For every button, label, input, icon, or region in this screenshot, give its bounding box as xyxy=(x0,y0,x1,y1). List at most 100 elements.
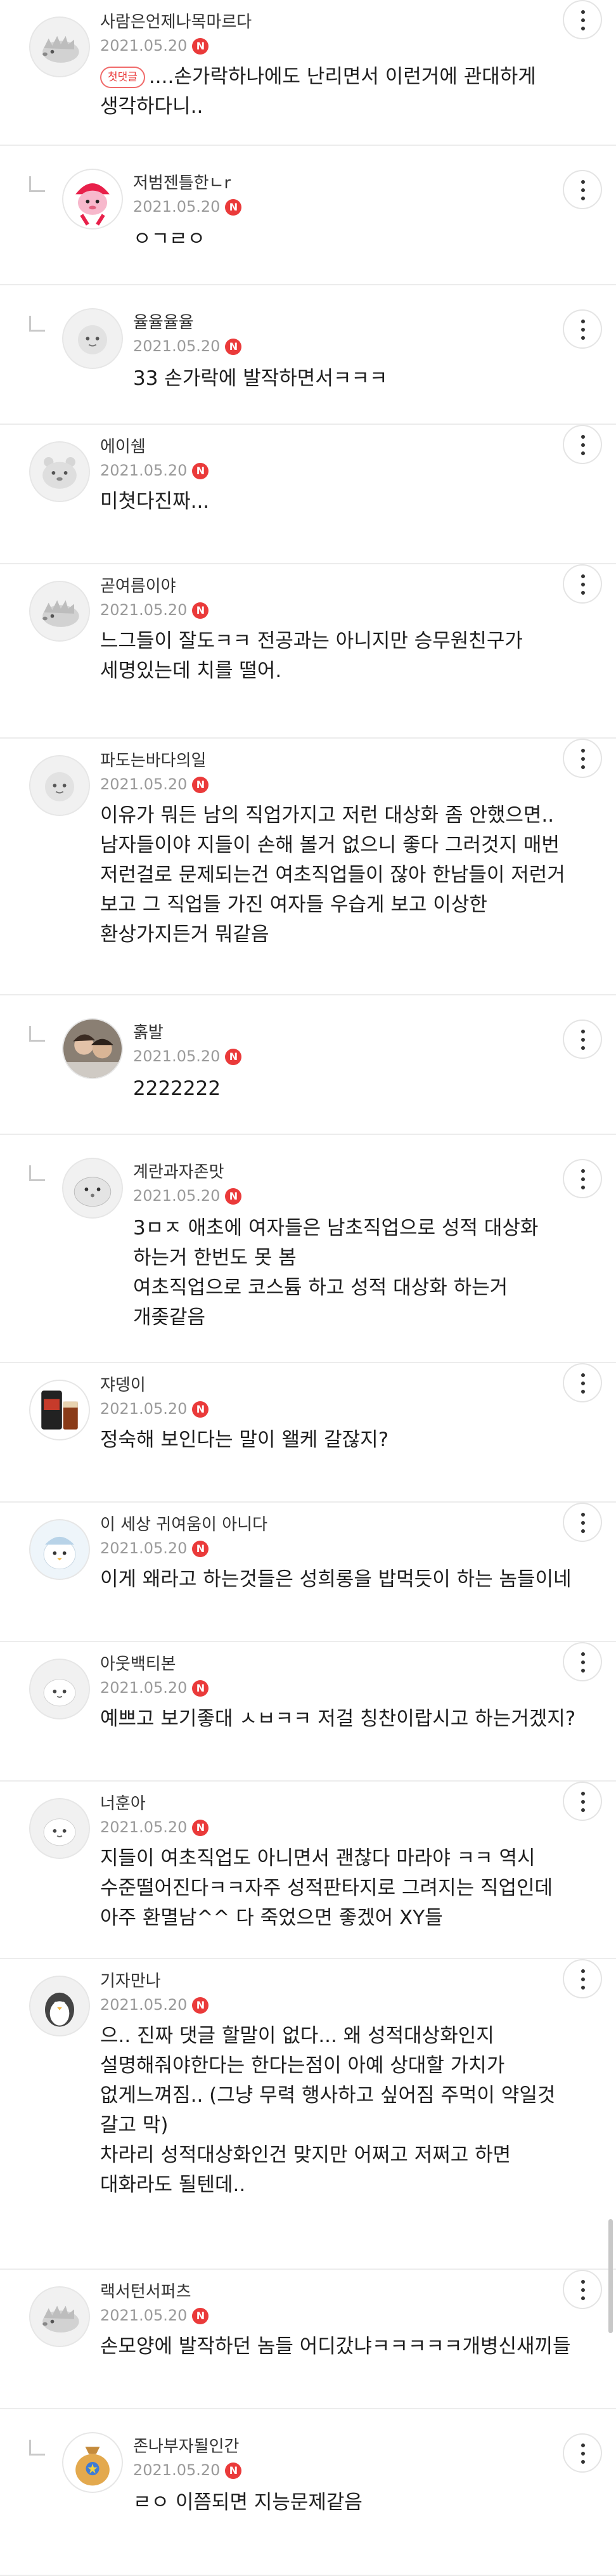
more-options-button[interactable] xyxy=(563,170,602,209)
avatar[interactable] xyxy=(29,1659,90,1719)
avatar[interactable] xyxy=(29,1380,90,1440)
kebab-dot-icon xyxy=(581,320,585,323)
reply-arrow-icon xyxy=(29,316,45,332)
nickname[interactable]: 아웃백티본 xyxy=(100,1651,176,1674)
comment: 랙서턴서퍼츠 2021.05.20 N 손모양에 발작하던 놈들 어디갔냐ㅋㅋㅋㅋㅋ개… xyxy=(0,2270,616,2409)
comment-line: 손모양에 발작하던 놈들 어디갔냐ㅋㅋㅋㅋㅋ개병신새끼들 xyxy=(100,2335,571,2358)
new-badge: N xyxy=(192,1680,209,1697)
comment-line: 이유가 뭐든 남의 직업가지고 저런 대상화 좀 안했으면.. xyxy=(100,804,555,827)
avatar[interactable] xyxy=(62,169,123,230)
reply-arrow-icon xyxy=(29,2440,45,2456)
more-options-button[interactable] xyxy=(563,1959,602,1998)
avatar[interactable] xyxy=(29,1976,90,2036)
kebab-dot-icon xyxy=(581,1046,585,1050)
comment: 쟈뎅이 2021.05.20 N 정숙해 보인다는 말이 왤케 갈잖지? xyxy=(0,1363,616,1503)
nickname[interactable]: 파도는바다의일 xyxy=(100,748,206,771)
comment-line: 남자들이야 지들이 손해 볼거 없으니 좋다 그러것지 매번 xyxy=(100,834,560,857)
comment-date: 2021.05.20 N xyxy=(133,2461,242,2479)
new-badge: N xyxy=(192,1541,209,1557)
comment-date: 2021.05.20 N xyxy=(100,1818,209,1836)
reply-arrow-icon xyxy=(29,1026,45,1042)
kebab-dot-icon xyxy=(581,451,585,455)
comment: 아웃백티본 2021.05.20 N 예쁘고 보기좋대 ㅅㅂㅋㅋ 저걸 칭찬이랍시고 … xyxy=(0,1642,616,1782)
more-options-button[interactable] xyxy=(563,1642,602,1681)
new-badge: N xyxy=(192,777,209,793)
kebab-dot-icon xyxy=(581,1373,585,1377)
reply-arrow-icon xyxy=(29,176,45,192)
scrollbar[interactable] xyxy=(608,2219,613,2333)
kebab-dot-icon xyxy=(581,1660,585,1664)
nickname[interactable]: 쟈뎅이 xyxy=(100,1372,146,1395)
date-text: 2021.05.20 xyxy=(100,37,188,55)
nickname[interactable]: 계란과자존맛 xyxy=(133,1159,224,1182)
kebab-dot-icon xyxy=(581,1169,585,1173)
more-options-button[interactable] xyxy=(563,1363,602,1402)
nickname[interactable]: 곧여름이야 xyxy=(100,573,176,597)
comment-line: 예쁘고 보기좋대 ㅅㅂㅋㅋ 저걸 칭찬이랍시고 하는거겠지? xyxy=(100,1707,576,1730)
nickname[interactable]: 기자만나 xyxy=(100,1968,161,1991)
more-options-button[interactable] xyxy=(563,1159,602,1198)
kebab-dot-icon xyxy=(581,1977,585,1981)
nickname[interactable]: 에이쉠 xyxy=(100,434,146,457)
kebab-dot-icon xyxy=(581,1382,585,1385)
nickname[interactable]: 사람은언제나목마르다 xyxy=(100,9,252,32)
avatar[interactable] xyxy=(29,16,90,77)
avatar[interactable] xyxy=(62,2432,123,2493)
kebab-dot-icon xyxy=(581,1808,585,1812)
comment-body: ㄹㅇ 이쯤되면 지능문제같음 xyxy=(133,2488,363,2518)
date-text: 2021.05.20 xyxy=(100,2307,188,2324)
kebab-dot-icon xyxy=(581,1792,585,1796)
comment-date: 2021.05.20 N xyxy=(100,1539,209,1557)
avatar[interactable] xyxy=(29,1519,90,1580)
kebab-dot-icon xyxy=(581,10,585,14)
more-options-button[interactable] xyxy=(563,564,602,604)
nickname[interactable]: 저범젠틀한ㄴr xyxy=(133,170,231,193)
new-badge: N xyxy=(225,199,242,216)
date-text: 2021.05.20 xyxy=(100,1996,188,2014)
kebab-dot-icon xyxy=(581,188,585,192)
avatar[interactable] xyxy=(62,308,123,369)
nickname[interactable]: 율율율율 xyxy=(133,309,194,333)
reply-comment: 계란과자존맛 2021.05.20 N 3ㅁㅈ 애초에 여자들은 남초직업으로 성적 … xyxy=(0,1135,616,1363)
comment-date: 2021.05.20 N xyxy=(100,462,209,479)
comment-line: 저런걸로 문제되는건 여초직업들이 잖아 한남들이 저런거 xyxy=(100,864,565,886)
date-text: 2021.05.20 xyxy=(100,775,188,793)
nickname[interactable]: 홁발 xyxy=(133,1019,164,1043)
date-text: 2021.05.20 xyxy=(133,1047,221,1065)
comment-line: 대화라도 될텐데.. xyxy=(100,2173,246,2196)
comment-line: 지들이 여초직업도 아니면서 괜찮다 마라야 ㅋㅋ 역시 xyxy=(100,1847,536,1870)
avatar[interactable] xyxy=(62,1018,123,1079)
more-options-button[interactable] xyxy=(563,1782,602,1821)
avatar[interactable] xyxy=(29,1798,90,1859)
avatar[interactable] xyxy=(29,441,90,502)
kebab-dot-icon xyxy=(581,2296,585,2300)
kebab-dot-icon xyxy=(581,765,585,769)
more-options-button[interactable] xyxy=(563,1503,602,1542)
more-options-button[interactable] xyxy=(563,1019,602,1059)
reply-comment: 율율율율 2021.05.20 N 33 손가락에 발작하면서ㅋㅋㅋ xyxy=(0,285,616,425)
nickname[interactable]: 너훈아 xyxy=(100,1790,146,1814)
nickname[interactable]: 랙서턴서퍼츠 xyxy=(100,2279,191,2302)
more-options-button[interactable] xyxy=(563,2270,602,2309)
more-options-button[interactable] xyxy=(563,425,602,464)
avatar[interactable] xyxy=(29,2286,90,2347)
kebab-dot-icon xyxy=(581,1652,585,1656)
kebab-dot-icon xyxy=(581,2443,585,2447)
avatar[interactable] xyxy=(29,581,90,642)
nickname[interactable]: 존나부자될인간 xyxy=(133,2433,239,2457)
new-badge: N xyxy=(225,2463,242,2479)
kebab-dot-icon xyxy=(581,591,585,595)
more-options-button[interactable] xyxy=(563,2433,602,2473)
nickname[interactable]: 이 세상 귀여움이 아니다 xyxy=(100,1511,267,1535)
reply-comment: 저범젠틀한ㄴr 2021.05.20 N ㅇㄱㄹㅇ xyxy=(0,146,616,285)
avatar[interactable] xyxy=(62,1158,123,1219)
more-options-button[interactable] xyxy=(563,0,602,39)
more-options-button[interactable] xyxy=(563,309,602,349)
avatar[interactable] xyxy=(29,755,90,816)
comment-body: 33 손가락에 발작하면서ㅋㅋㅋ xyxy=(133,364,387,394)
more-options-button[interactable] xyxy=(563,739,602,778)
comment-line: 정숙해 보인다는 말이 왤케 갈잖지? xyxy=(100,1428,389,1451)
comment-line: 2222222 xyxy=(133,1077,221,1100)
kebab-dot-icon xyxy=(581,1529,585,1533)
comment-date: 2021.05.20 N xyxy=(100,601,209,619)
